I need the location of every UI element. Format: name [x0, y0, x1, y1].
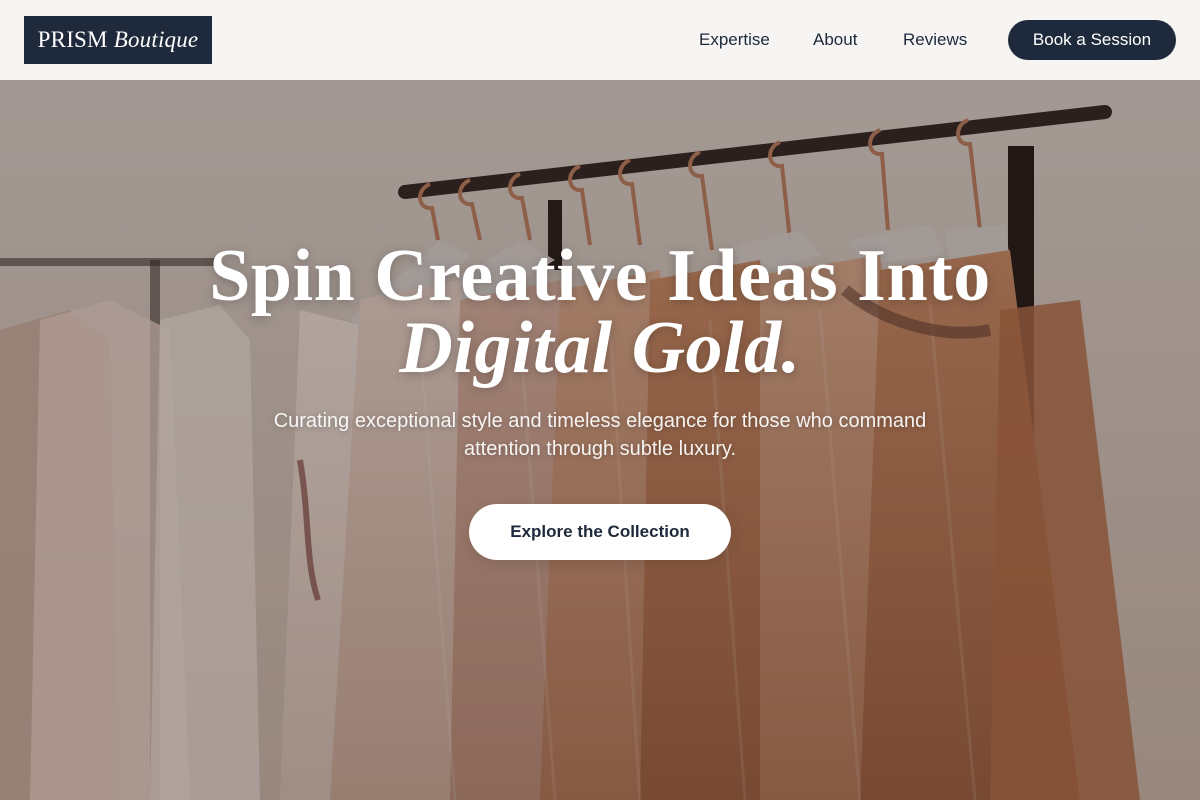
book-session-button[interactable]: Book a Session — [1008, 20, 1176, 60]
hero-title-line-1: Spin Creative Ideas Into — [209, 235, 991, 317]
logo-main-text: PRISM — [37, 27, 108, 52]
explore-collection-button[interactable]: Explore the Collection — [469, 504, 731, 560]
nav-link-expertise[interactable]: Expertise — [699, 28, 770, 52]
nav-link-reviews[interactable]: Reviews — [903, 28, 967, 52]
hero-subtitle: Curating exceptional style and timeless … — [273, 410, 927, 460]
hero-title: Spin Creative Ideas Into Digital Gold. — [100, 239, 1100, 389]
hero-title-line-2: Digital Gold. — [399, 307, 801, 389]
hero-section: Spin Creative Ideas Into Digital Gold. C… — [0, 80, 1200, 800]
nav-link-about[interactable]: About — [813, 28, 857, 52]
logo[interactable]: PRISM Boutique — [24, 16, 212, 64]
logo-italic-text: Boutique — [113, 27, 199, 52]
site-header: PRISM Boutique Expertise About Reviews B… — [0, 0, 1200, 80]
